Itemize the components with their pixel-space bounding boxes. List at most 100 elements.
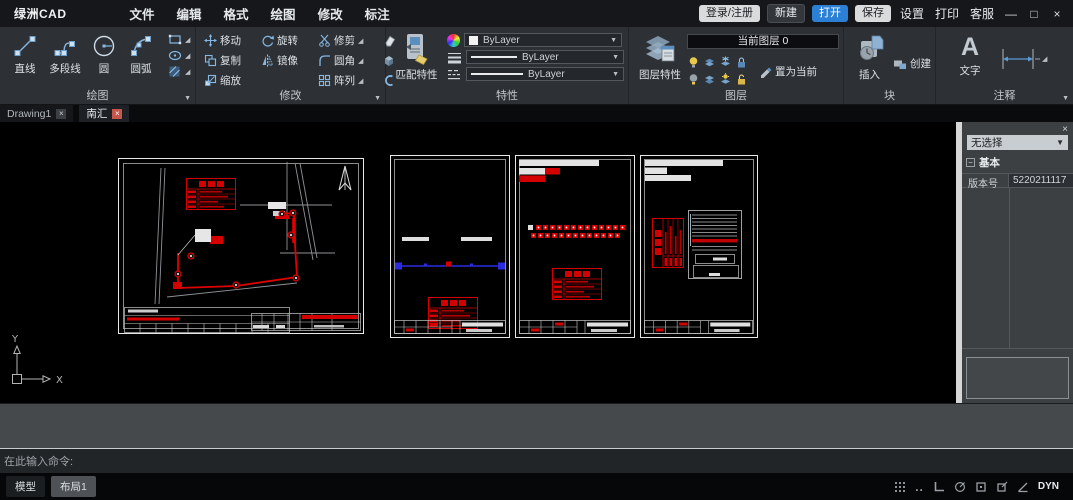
minimize-icon[interactable]: — bbox=[1003, 7, 1019, 21]
layer-sun-icon[interactable] bbox=[719, 73, 732, 86]
text-button[interactable]: A 文字 bbox=[950, 31, 990, 78]
new-button[interactable]: 新建 bbox=[767, 4, 805, 23]
tab-close-icon[interactable]: × bbox=[56, 109, 66, 119]
chevron-down-icon[interactable]: ◢ bbox=[358, 37, 363, 45]
drawing-canvas[interactable]: Y X bbox=[0, 122, 956, 403]
layer-properties-button[interactable]: 图层特性 bbox=[635, 31, 685, 86]
chevron-down-icon[interactable]: ◢ bbox=[1042, 55, 1047, 63]
move-button[interactable]: 移动 bbox=[204, 33, 261, 48]
print-button[interactable]: 打印 bbox=[933, 5, 961, 22]
polyline-button[interactable]: 多段线 bbox=[44, 31, 86, 78]
menu-format[interactable]: 格式 bbox=[213, 4, 260, 23]
color-wheel-icon bbox=[447, 34, 460, 47]
title-bar-actions: 登录/注册 新建 打开 保存 设置 打印 客服 — □ × bbox=[699, 4, 1073, 23]
lineweight-dropdown[interactable]: ByLayer ▼ bbox=[466, 50, 624, 64]
angle-toggle-icon[interactable] bbox=[1017, 481, 1029, 493]
current-layer-display[interactable]: 当前图层 0 bbox=[687, 34, 839, 49]
group-header-basic[interactable]: − 基本 bbox=[966, 155, 1071, 170]
menu-file[interactable]: 文件 bbox=[119, 4, 166, 23]
ellipse-button[interactable]: ◢ bbox=[168, 49, 190, 62]
chevron-down-icon: ▼ bbox=[1056, 138, 1064, 147]
scale-button[interactable]: 缩放 bbox=[204, 73, 261, 88]
chevron-down-icon[interactable]: ◢ bbox=[358, 77, 363, 85]
svg-text:Y: Y bbox=[11, 334, 19, 345]
doc-tab-nanhui[interactable]: 南汇 × bbox=[79, 105, 129, 122]
mirror-icon bbox=[261, 54, 274, 67]
collapse-icon[interactable]: − bbox=[966, 158, 975, 167]
model-tab[interactable]: 模型 bbox=[6, 476, 45, 497]
ortho-toggle-icon[interactable] bbox=[933, 481, 945, 493]
settings-button[interactable]: 设置 bbox=[898, 5, 926, 22]
layer-unlock-icon[interactable] bbox=[735, 73, 748, 86]
save-button[interactable]: 保存 bbox=[855, 5, 891, 22]
line-icon bbox=[12, 33, 38, 59]
grid-toggle-icon[interactable] bbox=[894, 481, 906, 493]
property-value[interactable]: 5220211117 bbox=[1009, 174, 1073, 187]
dyn-toggle[interactable]: DYN bbox=[1038, 481, 1059, 492]
mirror-button[interactable]: 镜像 bbox=[261, 53, 318, 68]
arc-icon bbox=[128, 33, 154, 59]
array-button[interactable]: 阵列 ◢ bbox=[318, 73, 382, 88]
copy-button[interactable]: 复制 bbox=[204, 53, 261, 68]
layer-thaw-icon[interactable] bbox=[719, 56, 732, 69]
panel-close-icon[interactable]: × bbox=[1062, 124, 1068, 135]
section-expand-icon[interactable]: ▼ bbox=[374, 95, 381, 102]
section-expand-icon[interactable]: ▼ bbox=[184, 95, 191, 102]
dimension-button[interactable]: ◢ bbox=[998, 39, 1047, 78]
sheet1-title-block bbox=[252, 314, 361, 331]
red-boundary bbox=[173, 213, 297, 289]
color-dropdown[interactable]: ByLayer ▼ bbox=[464, 33, 622, 47]
osnap-toggle-icon[interactable] bbox=[975, 481, 987, 493]
match-properties-button[interactable]: 匹配特性 bbox=[392, 31, 441, 82]
menu-edit[interactable]: 编辑 bbox=[166, 4, 213, 23]
polar-toggle-icon[interactable] bbox=[954, 481, 966, 493]
snap-toggle-icon[interactable]: .. bbox=[915, 480, 924, 494]
set-current-button[interactable]: 置为当前 bbox=[759, 64, 817, 79]
status-toggles: .. DYN bbox=[894, 480, 1073, 494]
application-window: 绿洲CAD 文件 编辑 格式 绘图 修改 标注 登录/注册 新建 打开 保存 设… bbox=[0, 0, 1073, 500]
match-properties-icon bbox=[402, 33, 432, 65]
sheet-4 bbox=[641, 156, 758, 338]
menu-modify[interactable]: 修改 bbox=[307, 4, 354, 23]
create-block-button[interactable]: 创建 bbox=[893, 45, 931, 82]
login-button[interactable]: 登录/注册 bbox=[699, 5, 760, 22]
layer-lock-icon[interactable] bbox=[735, 56, 748, 69]
layer-freeze-icon[interactable] bbox=[703, 56, 716, 69]
properties-panel: × 无选择 ▼ − 基本 版本号 5220211117 bbox=[962, 122, 1073, 403]
sheet-2 bbox=[391, 156, 510, 338]
hatch-button[interactable]: ◢ bbox=[168, 65, 190, 78]
canvas-graphics: Y X bbox=[0, 122, 956, 403]
command-input[interactable]: 在此输入命令: bbox=[0, 448, 1073, 473]
ribbon-section-layers: 图层特性 当前图层 0 bbox=[629, 27, 844, 104]
support-button[interactable]: 客服 bbox=[968, 5, 996, 22]
menu-draw[interactable]: 绘图 bbox=[260, 4, 307, 23]
ribbon-section-draw: 直线 多段线 圆 bbox=[0, 27, 196, 104]
rectangle-button[interactable]: ◢ bbox=[168, 33, 190, 46]
menu-dimension[interactable]: 标注 bbox=[354, 4, 401, 23]
selection-dropdown[interactable]: 无选择 ▼ bbox=[967, 135, 1068, 150]
insert-button[interactable]: 插入 bbox=[850, 31, 889, 82]
doc-tab-drawing1[interactable]: Drawing1 × bbox=[0, 105, 73, 122]
tab-close-icon[interactable]: × bbox=[112, 109, 122, 119]
trim-button[interactable]: 修剪 ◢ bbox=[318, 33, 382, 48]
command-history[interactable] bbox=[0, 403, 1073, 448]
arc-button[interactable]: 圆弧 bbox=[122, 31, 160, 78]
north-arrow bbox=[339, 166, 351, 190]
layout-tab[interactable]: 布局1 bbox=[51, 476, 96, 497]
layer-stack-icon[interactable] bbox=[703, 73, 716, 86]
close-icon[interactable]: × bbox=[1049, 7, 1065, 21]
fillet-button[interactable]: 圆角 ◢ bbox=[318, 53, 382, 68]
open-button[interactable]: 打开 bbox=[812, 5, 848, 22]
circle-icon bbox=[91, 33, 117, 59]
otrack-toggle-icon[interactable] bbox=[996, 481, 1008, 493]
chevron-down-icon[interactable]: ◢ bbox=[358, 57, 363, 65]
lineweight-sample bbox=[471, 56, 517, 58]
layer-on-icon[interactable] bbox=[687, 56, 700, 69]
layer-off-icon[interactable] bbox=[687, 73, 700, 86]
maximize-icon[interactable]: □ bbox=[1026, 7, 1042, 21]
line-button[interactable]: 直线 bbox=[6, 31, 44, 78]
circle-button[interactable]: 圆 bbox=[86, 31, 122, 78]
linetype-dropdown[interactable]: ByLayer ▼ bbox=[466, 67, 624, 81]
rotate-button[interactable]: 旋转 bbox=[261, 33, 318, 48]
section-expand-icon[interactable]: ▼ bbox=[1062, 95, 1069, 102]
